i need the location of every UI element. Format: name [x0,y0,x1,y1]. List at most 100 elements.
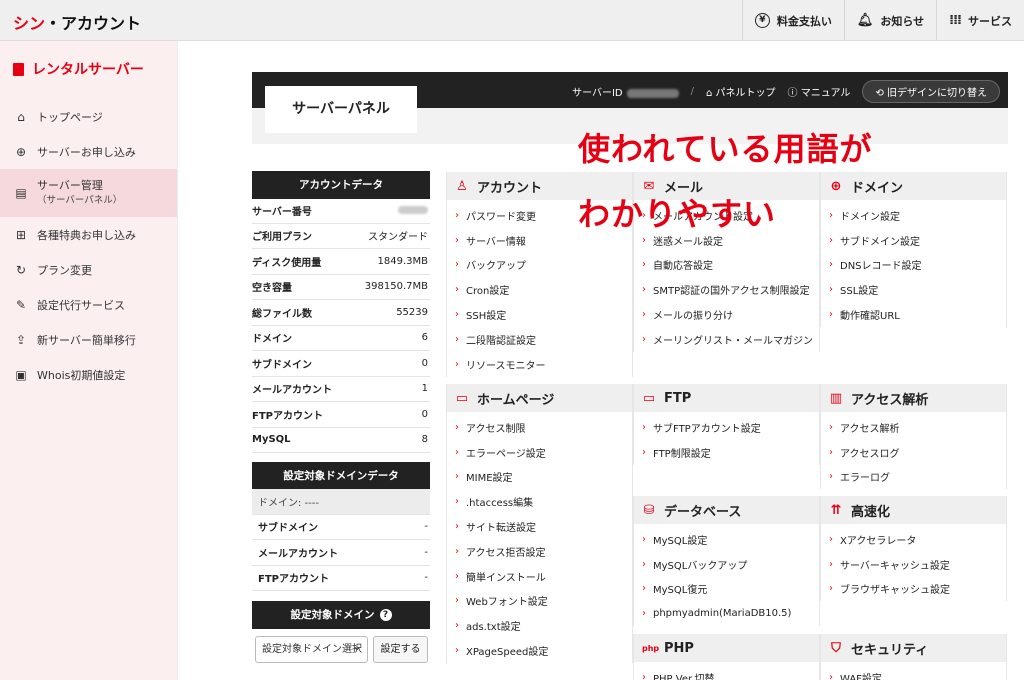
table-row: FTPアカウント - [252,566,430,591]
document-icon: ▣ [15,367,27,382]
menu-link[interactable]: › 動作確認URL [821,302,1006,327]
menu-link[interactable]: › MySQL設定 [634,527,819,552]
table-row: ディスク使用量 1849.3MB [252,249,430,275]
plus-circle-icon: ⊕ [15,144,27,159]
menu-link[interactable]: › MIME設定 [447,465,632,490]
grid-icon: ⁞⁞⁞ [949,13,962,28]
row-value: 8 [421,434,428,446]
chevron-right-icon: › [642,259,646,271]
menu-link[interactable]: › アクセス解析 [821,415,1006,440]
row-key: ディスク使用量 [252,257,322,269]
menu-link[interactable]: › サーバーキャッシュ設定 [821,552,1006,577]
sidebar-item-server-apply[interactable]: ⊕ サーバーお申し込み [0,134,177,169]
section-title: アクセス解析 [851,392,929,408]
menu-link[interactable]: › 二段階認証設定 [447,327,632,352]
menu-link[interactable]: › リソースモニター [447,352,632,377]
menu-link[interactable]: › Xアクセラレータ [821,527,1006,552]
logo[interactable]: シン・アカウント [13,10,141,34]
sidebar-item-whois[interactable]: ▣ Whois初期値設定 [0,357,177,392]
menu-link[interactable]: › アクセス拒否設定 [447,539,632,564]
help-icon[interactable]: ? [379,609,392,621]
menu-link[interactable]: › メーリングリスト・メールマガジン [634,327,819,352]
sidebar-item-label: Whois初期値設定 [37,368,126,382]
sidebar-item-server-manage[interactable]: ▤ サーバー管理 （サーバーパネル） [0,169,177,217]
chevron-right-icon: › [455,333,459,345]
row-value: 1 [421,383,428,395]
menu-link-label: エラーページ設定 [466,448,546,460]
domain-select[interactable]: 設定対象ドメイン選択 [255,636,368,663]
row-key: メールアカウント [252,385,332,397]
sidebar-item-top[interactable]: ⌂ トップページ [0,99,177,134]
services-link[interactable]: ⁞⁞⁞ サービス [936,0,1024,41]
sidebar-item-plan-change[interactable]: ↻ プラン変更 [0,252,177,287]
menu-link[interactable]: › アクセスログ [821,440,1006,465]
menu-link[interactable]: › .htaccess編集 [447,489,632,514]
menu-link[interactable]: › FTP制限設定 [634,440,819,465]
panel-top-link[interactable]: ⌂ パネルトップ [706,84,776,99]
menu-link[interactable]: › Cron設定 [447,277,632,302]
refresh-icon: ↻ [15,262,27,277]
menu-link[interactable]: › ads.txt設定 [447,613,632,638]
menu-link[interactable]: › 自動応答設定 [634,253,819,278]
menu-link-label: 動作確認URL [840,311,900,323]
menu-link-label: Webフォント設定 [466,597,548,609]
sidebar-item-migration[interactable]: ⇪ 新サーバー簡単移行 [0,322,177,357]
sidebar-item-benefits[interactable]: ⊞ 各種特典お申し込み [0,217,177,252]
old-design-button[interactable]: ⟲ 旧デザインに切り替え [862,80,1000,103]
payment-link[interactable]: ¥ 料金支払い [741,0,844,41]
menu-link[interactable]: › Webフォント設定 [447,589,632,614]
menu-link[interactable]: › MySQLバックアップ [634,552,819,577]
chevron-right-icon: › [642,583,646,595]
chevron-right-icon: › [455,358,459,370]
home-icon: ⌂ [17,109,25,124]
menu-link-label: MySQL設定 [653,535,708,547]
menu-link[interactable]: › SSH設定 [447,302,632,327]
manual-link[interactable]: ⓘ マニュアル [788,84,851,99]
menu-link[interactable]: › サブFTPアカウント設定 [634,415,819,440]
menu-link[interactable]: › phpmyadmin(MariaDB10.5) [634,601,819,626]
menu-link[interactable]: › WAF設定 [821,665,1006,680]
menu-link[interactable]: › サイト転送設定 [447,514,632,539]
menu-link[interactable]: › PHP Ver.切替 [634,665,819,680]
chevron-right-icon: › [455,496,459,508]
chevron-right-icon: › [829,234,833,246]
menu-link-label: DNSレコード設定 [840,261,922,273]
sidebar-item-setup-service[interactable]: ✎ 設定代行サービス [0,287,177,322]
server-id-value-blurred [626,88,679,98]
server-id-label: サーバーID [572,88,623,99]
yen-icon: ¥ [754,13,770,28]
menu-link-label: SMTP認証の国外アクセス制限設定 [653,286,810,298]
set-button[interactable]: 設定する [373,636,428,663]
section-domain: ⊕ ドメイン › ドメイン設定 › サブドメイン設定 › DNSレコード設定 › SSL設… [820,172,1007,327]
menu-link[interactable]: › エラーログ [821,465,1006,490]
menu-link[interactable]: › MySQL復元 [634,577,819,602]
menu-link[interactable]: › メールの振り分け [634,302,819,327]
section-php: php PHP › PHP Ver.切替 [633,634,820,680]
chevron-right-icon: › [829,309,833,321]
menu-link[interactable]: › バックアップ [447,253,632,278]
menu-link[interactable]: › サブドメイン設定 [821,228,1006,253]
menu-link[interactable]: › 簡単インストール [447,564,632,589]
overlay-caption-line1: 使われている用語が [578,130,873,168]
menu-link[interactable]: › エラーページ設定 [447,440,632,465]
sidebar-title[interactable]: レンタルサーバー [13,59,144,79]
chevron-right-icon: › [455,521,459,533]
logo-dark-text: ・アカウント [45,14,142,33]
menu-link[interactable]: › XPageSpeed設定 [447,638,632,663]
chevron-right-icon: › [455,284,459,296]
menu-link[interactable]: › アクセス制限 [447,415,632,440]
menu-link[interactable]: › SMTP認証の国外アクセス制限設定 [634,277,819,302]
chevron-right-icon: › [642,421,646,433]
menu-link[interactable]: › ドメイン設定 [821,203,1006,228]
menu-link[interactable]: › DNSレコード設定 [821,253,1006,278]
menu-link[interactable]: › ブラウザキャッシュ設定 [821,577,1006,602]
menu-link[interactable]: › SSL設定 [821,277,1006,302]
chevron-right-icon: › [642,533,646,545]
menu-link-label: ドメイン設定 [840,211,900,223]
notice-link[interactable]: 🔔︎ お知らせ [843,0,936,41]
chevron-right-icon: › [455,471,459,483]
menu-link-label: 二段階認証設定 [466,335,536,347]
chevron-right-icon: › [455,645,459,657]
menu-link-label: SSH設定 [466,311,507,323]
row-value: 398150.7MB [364,281,428,293]
